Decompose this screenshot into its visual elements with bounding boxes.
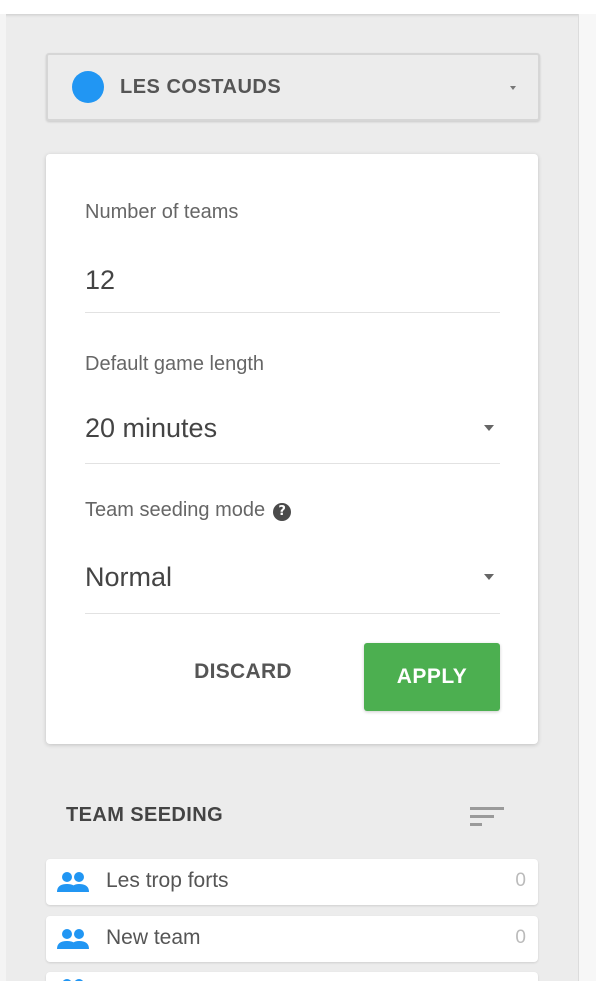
game-length-underline <box>85 463 500 464</box>
apply-button[interactable]: APPLY <box>364 643 500 711</box>
chevron-down-icon[interactable] <box>484 425 494 431</box>
settings-card: Number of teams 12 Default game length 2… <box>46 154 538 744</box>
chevron-down-icon <box>510 86 516 90</box>
team-row[interactable]: New team 0 <box>46 916 538 962</box>
seeding-mode-select[interactable]: Normal <box>85 562 172 593</box>
seeding-mode-label-text: Team seeding mode <box>85 499 266 521</box>
people-icon <box>57 872 89 892</box>
people-icon <box>57 929 89 949</box>
sort-icon[interactable] <box>470 805 504 829</box>
team-row[interactable]: Les trop forts 0 <box>46 859 538 905</box>
num-teams-label: Number of teams <box>85 201 239 223</box>
team-row[interactable] <box>46 972 538 981</box>
group-color-dot <box>72 71 104 103</box>
chevron-down-icon[interactable] <box>484 574 494 580</box>
game-length-label: Default game length <box>85 353 265 375</box>
group-name: LES COSTAUDS <box>120 75 282 98</box>
team-name: Les trop forts <box>106 869 229 892</box>
game-length-select[interactable]: 20 minutes <box>85 413 217 444</box>
discard-button[interactable]: DISCARD <box>178 654 308 690</box>
seeding-mode-label: Team seeding mode? <box>85 499 292 522</box>
team-score: 0 <box>515 870 526 891</box>
team-name: New team <box>106 926 201 949</box>
group-selector-dropdown[interactable]: LES COSTAUDS <box>46 53 540 121</box>
help-icon[interactable]: ? <box>273 503 292 521</box>
seeding-mode-underline <box>85 613 500 614</box>
num-teams-underline <box>85 312 500 313</box>
num-teams-input[interactable]: 12 <box>85 265 115 296</box>
team-score: 0 <box>515 927 526 948</box>
left-edge <box>0 14 6 981</box>
top-app-bar <box>0 0 596 14</box>
team-seeding-title: TEAM SEEDING <box>66 804 224 826</box>
right-divider <box>578 14 596 981</box>
